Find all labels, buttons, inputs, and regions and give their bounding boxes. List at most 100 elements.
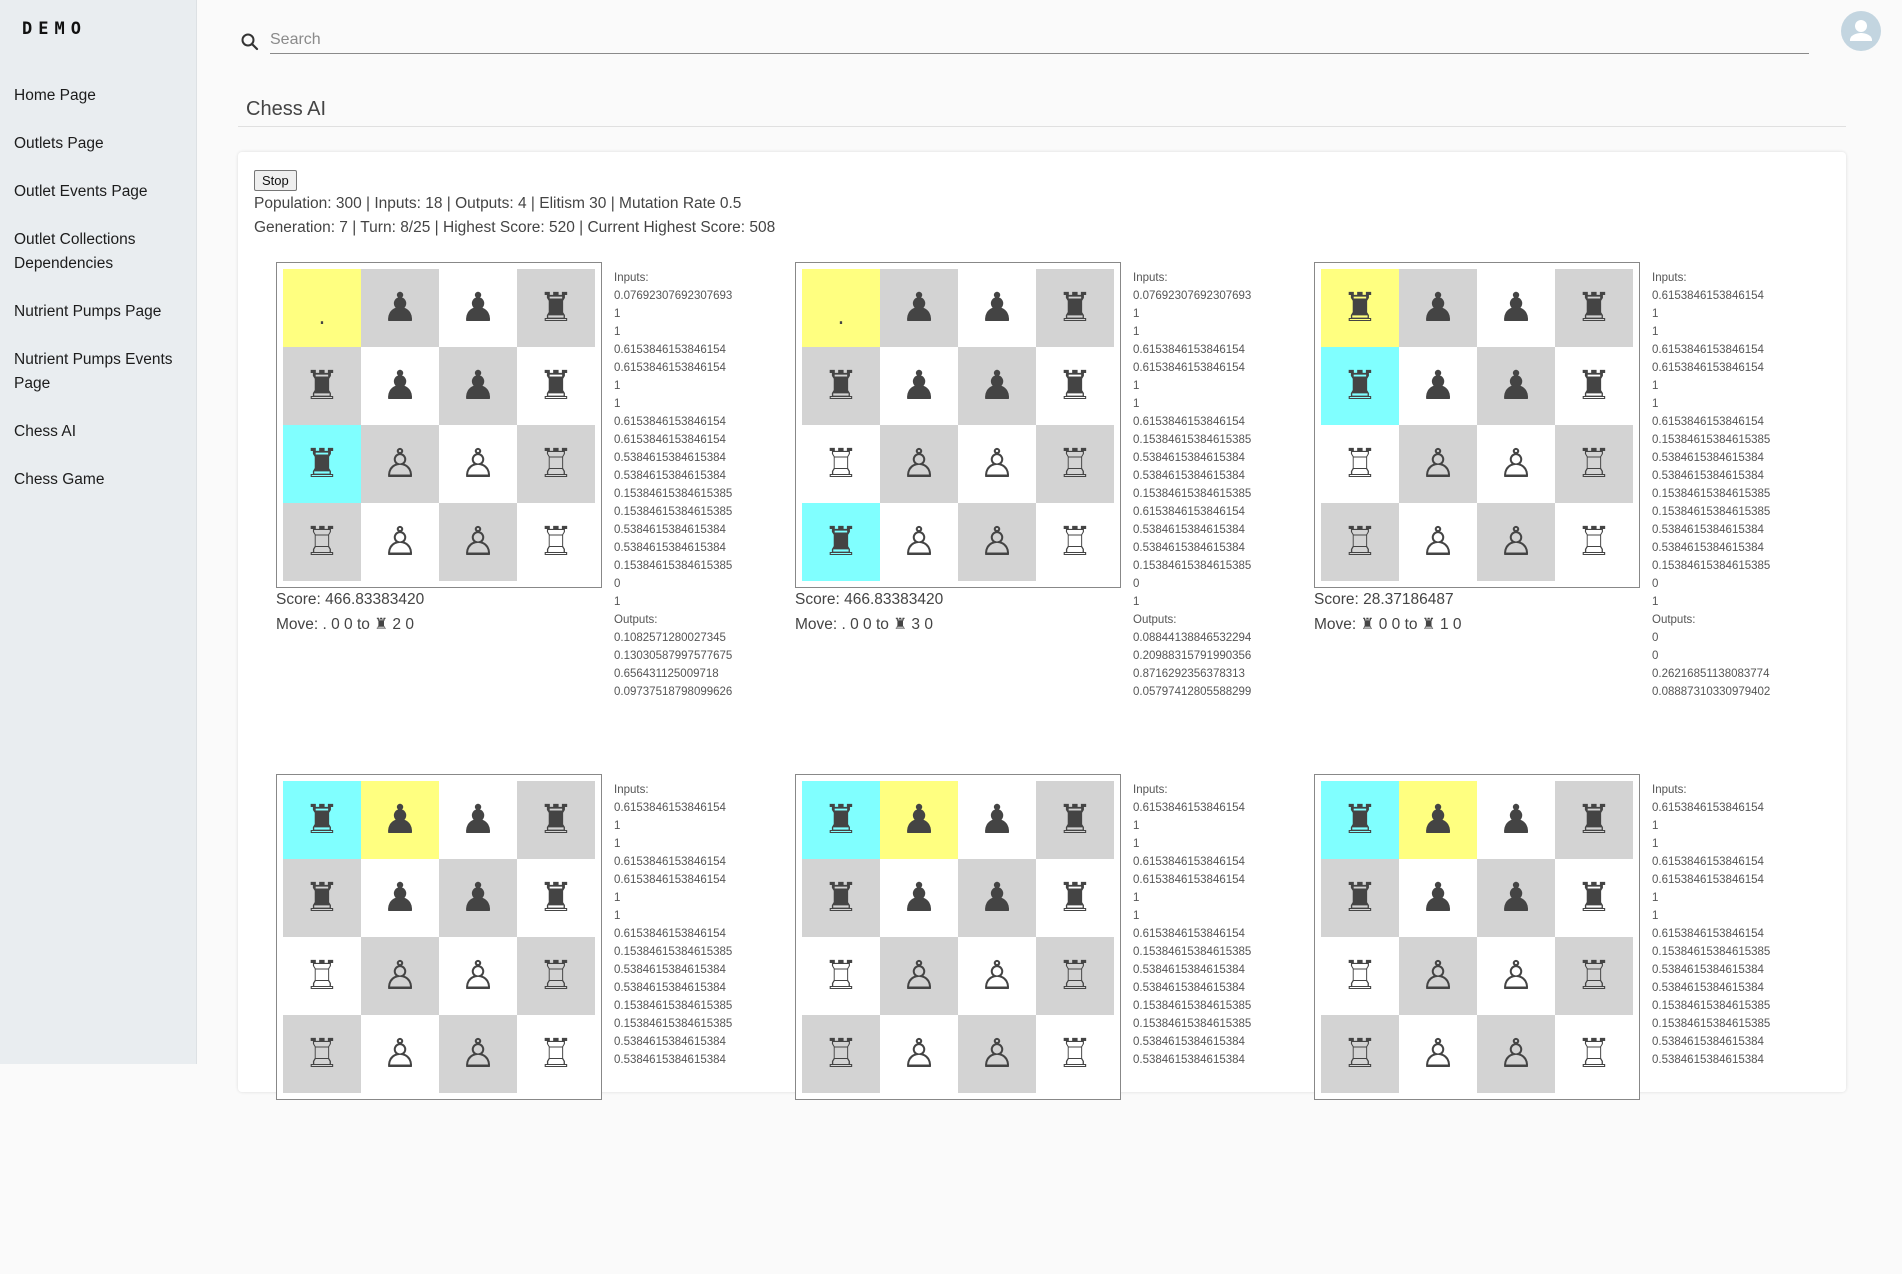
board-square[interactable]: ♙ <box>1477 1015 1555 1093</box>
board-square[interactable]: . <box>802 269 880 347</box>
board-square[interactable]: ♜ <box>517 859 595 937</box>
board-square[interactable]: ♖ <box>1321 1015 1399 1093</box>
board-square[interactable]: ♙ <box>958 503 1036 581</box>
sidebar-item-outlet-events[interactable]: Outlet Events Page <box>14 180 189 204</box>
board-square[interactable]: ♙ <box>958 937 1036 1015</box>
board-square[interactable]: ♖ <box>283 503 361 581</box>
board-square[interactable]: ♜ <box>1036 269 1114 347</box>
board-square[interactable]: ♜ <box>802 347 880 425</box>
board-square[interactable]: ♖ <box>1555 1015 1633 1093</box>
board-square[interactable]: ♙ <box>361 425 439 503</box>
board-square[interactable]: ♟ <box>1477 859 1555 937</box>
board-square[interactable]: ♖ <box>802 1015 880 1093</box>
board-square[interactable]: ♟ <box>880 269 958 347</box>
board-square[interactable]: ♜ <box>283 781 361 859</box>
board-square[interactable]: ♜ <box>283 425 361 503</box>
board-square[interactable]: ♖ <box>1555 937 1633 1015</box>
board-square[interactable]: ♙ <box>1477 937 1555 1015</box>
board-square[interactable]: ♟ <box>880 781 958 859</box>
board-square[interactable]: ♙ <box>439 937 517 1015</box>
board-square[interactable]: ♖ <box>1555 425 1633 503</box>
board-square[interactable]: ♟ <box>361 269 439 347</box>
board-square[interactable]: ♟ <box>1399 269 1477 347</box>
board-square[interactable]: ♙ <box>958 425 1036 503</box>
board-square[interactable]: ♙ <box>1399 1015 1477 1093</box>
board-square[interactable]: ♜ <box>1321 269 1399 347</box>
board-square[interactable]: ♟ <box>361 347 439 425</box>
board-square[interactable]: ♖ <box>517 937 595 1015</box>
sidebar-item-chess-ai[interactable]: Chess AI <box>14 420 189 444</box>
board-square[interactable]: ♜ <box>517 781 595 859</box>
sidebar-item-home[interactable]: Home Page <box>14 84 189 108</box>
board-square[interactable]: ♜ <box>1321 859 1399 937</box>
board-square[interactable]: ♟ <box>1399 347 1477 425</box>
board-square[interactable]: ♙ <box>439 503 517 581</box>
board-square[interactable]: ♜ <box>802 859 880 937</box>
board-square[interactable]: ♜ <box>517 269 595 347</box>
board-square[interactable]: ♖ <box>1036 937 1114 1015</box>
board-square[interactable]: ♖ <box>802 425 880 503</box>
board-square[interactable]: ♟ <box>361 781 439 859</box>
board-square[interactable]: ♟ <box>958 269 1036 347</box>
board-square[interactable]: ♙ <box>361 503 439 581</box>
board-square[interactable]: ♖ <box>802 937 880 1015</box>
board-square[interactable]: ♙ <box>880 937 958 1015</box>
search-input[interactable] <box>270 26 1809 54</box>
board-square[interactable]: ♜ <box>1555 269 1633 347</box>
sidebar-item-outlets[interactable]: Outlets Page <box>14 132 189 156</box>
board-square[interactable]: ♜ <box>1555 859 1633 937</box>
board-square[interactable]: ♟ <box>958 347 1036 425</box>
board-square[interactable]: ♟ <box>439 781 517 859</box>
board-square[interactable]: ♜ <box>1036 859 1114 937</box>
board-square[interactable]: ♖ <box>283 1015 361 1093</box>
board-square[interactable]: ♙ <box>1399 937 1477 1015</box>
board-square[interactable]: ♙ <box>439 1015 517 1093</box>
board-square[interactable]: ♟ <box>880 347 958 425</box>
board-square[interactable]: ♟ <box>1477 269 1555 347</box>
sidebar-item-nutrient-pumps[interactable]: Nutrient Pumps Page <box>14 300 189 324</box>
board-square[interactable]: ♙ <box>958 1015 1036 1093</box>
board-square[interactable]: ♜ <box>283 859 361 937</box>
board-square[interactable]: ♖ <box>1321 425 1399 503</box>
board-square[interactable]: ♜ <box>1321 781 1399 859</box>
board-square[interactable]: ♙ <box>1399 425 1477 503</box>
board-square[interactable]: ♜ <box>283 347 361 425</box>
board-square[interactable]: ♖ <box>1036 503 1114 581</box>
board-square[interactable]: ♜ <box>1321 347 1399 425</box>
board-square[interactable]: ♟ <box>439 269 517 347</box>
board-square[interactable]: ♙ <box>361 937 439 1015</box>
board-square[interactable]: ♟ <box>439 859 517 937</box>
board-square[interactable]: ♖ <box>517 1015 595 1093</box>
board-square[interactable]: ♙ <box>1477 503 1555 581</box>
board-square[interactable]: ♜ <box>517 347 595 425</box>
board-square[interactable]: ♖ <box>1321 503 1399 581</box>
board-square[interactable]: ♜ <box>1555 347 1633 425</box>
board-square[interactable]: . <box>283 269 361 347</box>
board-square[interactable]: ♖ <box>1555 503 1633 581</box>
board-square[interactable]: ♙ <box>880 1015 958 1093</box>
board-square[interactable]: ♟ <box>958 859 1036 937</box>
sidebar-item-outlet-collections[interactable]: Outlet Collections Dependencies <box>14 228 189 276</box>
board-square[interactable]: ♜ <box>802 781 880 859</box>
board-square[interactable]: ♖ <box>517 425 595 503</box>
board-square[interactable]: ♖ <box>1321 937 1399 1015</box>
board-square[interactable]: ♙ <box>880 503 958 581</box>
sidebar-item-chess-game[interactable]: Chess Game <box>14 468 189 492</box>
board-square[interactable]: ♟ <box>880 859 958 937</box>
board-square[interactable]: ♖ <box>1036 1015 1114 1093</box>
board-square[interactable]: ♟ <box>439 347 517 425</box>
board-square[interactable]: ♟ <box>958 781 1036 859</box>
board-square[interactable]: ♜ <box>1036 781 1114 859</box>
board-square[interactable]: ♟ <box>1477 347 1555 425</box>
sidebar-item-nutrient-pumps-events[interactable]: Nutrient Pumps Events Page <box>14 348 189 396</box>
board-square[interactable]: ♙ <box>1399 503 1477 581</box>
board-square[interactable]: ♜ <box>1555 781 1633 859</box>
board-square[interactable]: ♙ <box>1477 425 1555 503</box>
board-square[interactable]: ♟ <box>1399 859 1477 937</box>
board-square[interactable]: ♙ <box>439 425 517 503</box>
avatar[interactable] <box>1841 11 1881 51</box>
board-square[interactable]: ♖ <box>1036 425 1114 503</box>
board-square[interactable]: ♟ <box>361 859 439 937</box>
stop-button[interactable]: Stop <box>254 170 297 191</box>
board-square[interactable]: ♜ <box>1036 347 1114 425</box>
